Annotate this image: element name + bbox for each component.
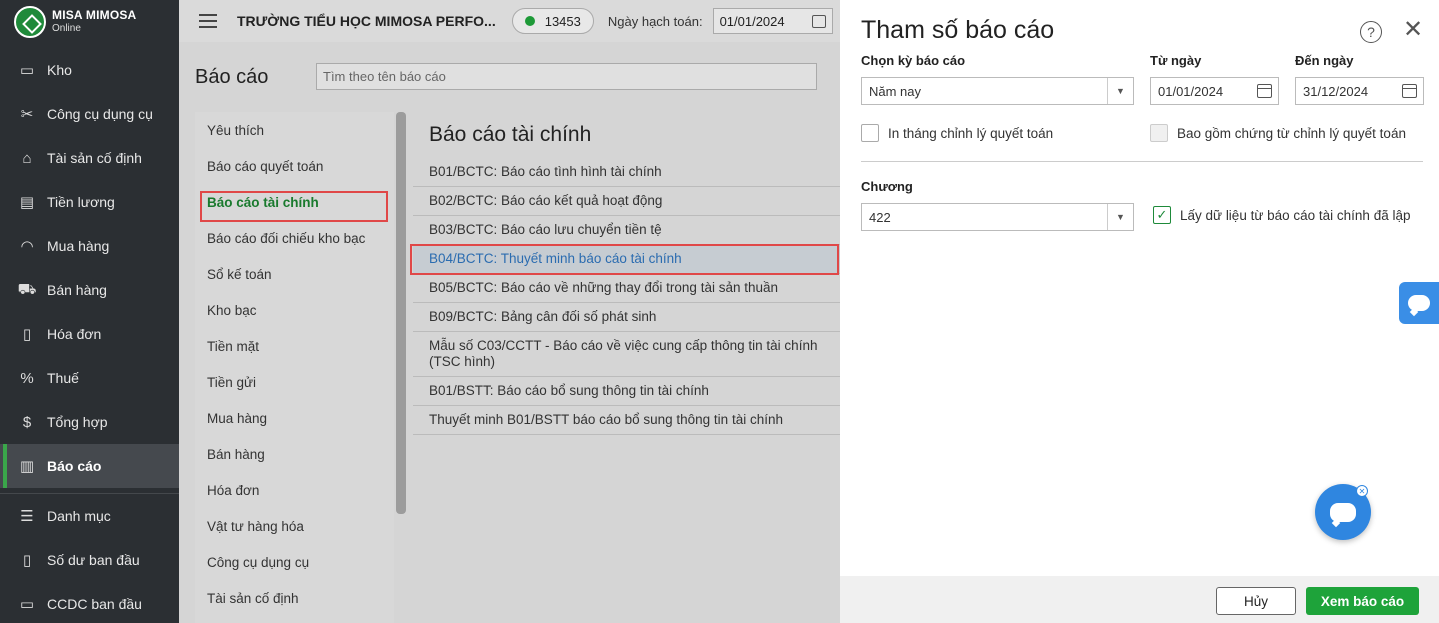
report-item[interactable]: B01/BCTC: Báo cáo tình hình tài chính [413,158,840,187]
menu-icon[interactable] [199,14,217,28]
sidebar-item-ban-hang[interactable]: ⛟ Bán hàng [0,268,179,312]
close-icon[interactable]: ✕ [1401,18,1425,42]
sidebar-item-tscd[interactable]: ⌂ Tài sản cố định [0,136,179,180]
box-icon: ▭ [19,62,35,79]
calendar-icon [811,14,826,28]
posting-date-label: Ngày hạch toán: [607,13,703,29]
sidebar-item-tong-hop[interactable]: $ Tổng hợp [0,400,179,444]
report-search-input[interactable]: Tìm theo tên báo cáo [316,63,817,90]
building-icon: ⌂ [22,149,32,167]
use-report-data-checkbox[interactable]: ✓ [1153,206,1171,224]
to-date-label: Đến ngày [1295,53,1354,68]
view-report-button[interactable]: Xem báo cáo [1306,587,1419,615]
category-item[interactable]: Sổ kế toán [195,256,394,292]
report-list: Báo cáo tài chính B01/BCTC: Báo cáo tình… [413,112,840,623]
sidebar: MISA MIMOSA Online ▭ Kho ✂ Công cụ dụng cụ… [0,0,179,623]
category-list: Yêu thích Báo cáo quyết toán Báo cáo tài… [195,112,394,623]
include-adjust-checkbox[interactable] [1150,124,1168,142]
chat-close-icon[interactable]: ✕ [1356,485,1368,497]
bag-icon: ◠ [20,238,34,255]
from-date-field[interactable]: 01/01/2024 [1150,77,1279,105]
page-title: Báo cáo [195,66,269,88]
summary-icon: $ [22,413,32,431]
highlight-report-b04 [410,244,839,275]
category-item[interactable]: Kho bạc [195,292,394,328]
sidebar-item-danh-muc[interactable]: ☰ Danh mục [0,494,179,538]
category-item[interactable]: Hóa đơn [195,472,394,508]
chapter-label: Chương [861,179,913,194]
report-item[interactable]: B03/BCTC: Báo cáo lưu chuyển tiền tệ [413,216,840,245]
category-item[interactable]: Yêu thích [195,112,394,148]
report-item[interactable]: Thuyết minh B01/BSTT báo cáo bổ sung thô… [413,406,840,435]
to-date-field[interactable]: 31/12/2024 [1295,77,1424,105]
sidebar-item-so-du[interactable]: ▯ Số dư ban đầu [0,538,179,582]
period-label: Chọn kỳ báo cáo [861,53,966,68]
from-date-label: Từ ngày [1150,53,1202,68]
brand-logo[interactable]: MISA MIMOSA Online [14,6,136,38]
adjust-month-option[interactable]: In tháng chỉnh lý quyết toán [861,124,1053,142]
chevron-down-icon[interactable]: ▼ [1107,78,1133,104]
category-item[interactable]: Báo cáo quyết toán [195,148,394,184]
status-dot-icon [524,16,535,26]
sidebar-item-ccdc[interactable]: ✂ Công cụ dụng cụ [0,92,179,136]
report-item[interactable]: B01/BSTT: Báo cáo bổ sung thông tin tài … [413,377,840,406]
category-item[interactable]: Tiền mặt [195,328,394,364]
category-item[interactable]: Bán hàng [195,436,394,472]
calendar-icon[interactable] [1257,84,1272,98]
category-item[interactable]: Công cụ dụng cụ [195,544,394,580]
brand-sub: Online [52,23,81,34]
tax-icon: % [20,369,34,387]
sidebar-item-tien-luong[interactable]: ▤ Tiền lương [0,180,179,224]
unit-code-badge[interactable]: 13453 [511,8,594,34]
sidebar-item-kho[interactable]: ▭ Kho [0,48,179,92]
sidebar-item-ccdc-ban-dau[interactable]: ▭ CCDC ban đầu [0,582,179,623]
sidebar-item-hoa-don[interactable]: ▯ Hóa đơn [0,312,179,356]
category-item[interactable]: Báo cáo đối chiếu kho bạc [195,220,394,256]
main-area: TRƯỜNG TIỂU HỌC MIMOSA PERFO... 13453 Ng… [179,0,840,623]
balance-icon: ▯ [22,552,32,569]
sidebar-nav: ▭ Kho ✂ Công cụ dụng cụ ⌂ Tài sản cố định ▤… [0,48,179,623]
chevron-down-icon[interactable]: ▼ [1107,204,1133,230]
report-item[interactable]: B09/BCTC: Bảng cân đối số phát sinh [413,303,840,332]
category-scrollbar[interactable] [396,112,406,514]
category-item[interactable]: Tiền gửi [195,364,394,400]
dialog-divider [861,161,1423,162]
report-item[interactable]: B02/BCTC: Báo cáo kết quả hoạt động [413,187,840,216]
report-icon: ▥ [19,458,35,475]
calendar-icon[interactable] [1402,84,1417,98]
chat-side-tab[interactable] [1399,282,1439,324]
category-item[interactable]: Vật tư hàng hóa [195,508,394,544]
highlight-category [200,191,388,222]
initial-icon: ▭ [19,596,35,613]
sidebar-item-mua-hang[interactable]: ◠ Mua hàng [0,224,179,268]
list-icon: ☰ [20,508,34,525]
chapter-select[interactable]: 422 ▼ [861,203,1134,231]
report-item[interactable]: Mẫu số C03/CCTT - Báo cáo về việc cung c… [413,332,840,377]
cancel-button[interactable]: Hủy [1216,587,1296,615]
sidebar-item-bao-cao[interactable]: ▥ Báo cáo [0,444,179,488]
tools-icon: ✂ [20,106,34,123]
misa-logo-icon [14,6,46,38]
salary-icon: ▤ [19,194,35,211]
chat-icon [1330,502,1356,522]
brand-name: MISA MIMOSA [52,8,137,22]
sidebar-item-thue[interactable]: % Thuế [0,356,179,400]
report-list-title: Báo cáo tài chính [429,123,592,146]
use-report-data-option[interactable]: ✓ Lấy dữ liệu từ báo cáo tài chính đã lậ… [1153,206,1410,224]
cart-icon: ⛟ [17,280,37,298]
category-item[interactable]: Tài sản cố định [195,580,394,616]
posting-date-field[interactable]: 01/01/2024 [712,8,833,34]
dialog-title: Tham số báo cáo [861,16,1055,44]
include-adjust-option[interactable]: Bao gồm chứng từ chỉnh lý quyết toán [1150,124,1406,142]
chat-icon [1408,295,1430,311]
dialog-footer: Hủy Xem báo cáo [840,576,1439,623]
period-select[interactable]: Năm nay ▼ [861,77,1134,105]
school-name[interactable]: TRƯỜNG TIỂU HỌC MIMOSA PERFO... [237,13,496,29]
topbar: TRƯỜNG TIỂU HỌC MIMOSA PERFO... 13453 Ng… [179,0,840,42]
invoice-icon: ▯ [22,326,32,343]
adjust-month-checkbox[interactable] [861,124,879,142]
help-icon[interactable]: ? [1360,21,1382,43]
category-item[interactable]: Mua hàng [195,400,394,436]
report-item[interactable]: B05/BCTC: Báo cáo về những thay đổi tron… [413,274,840,303]
